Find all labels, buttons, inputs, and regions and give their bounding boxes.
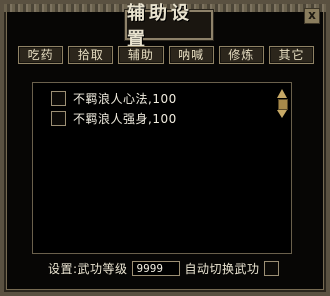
tab-other[interactable]: 其它 xyxy=(268,46,315,64)
tab-assist[interactable]: 辅助 xyxy=(118,46,164,64)
tab-cultivate[interactable]: 修炼 xyxy=(218,46,264,64)
tab-eat-medicine[interactable]: 吃药 xyxy=(18,46,64,64)
scroll-up-arrow-icon[interactable] xyxy=(277,89,287,98)
list-item[interactable]: 不羁浪人心法,100 xyxy=(51,89,275,107)
scroll-down-arrow-icon[interactable] xyxy=(277,110,287,118)
auto-switch-label: 自动切换武功 xyxy=(184,261,260,276)
skill-checkbox[interactable] xyxy=(51,110,66,126)
tab-pickup[interactable]: 拾取 xyxy=(68,46,114,64)
window-title: 辅助设置 xyxy=(127,3,193,50)
close-button[interactable]: x xyxy=(304,8,320,24)
scroll-thumb[interactable] xyxy=(278,99,288,110)
tab-bar: 吃药 拾取 辅助 呐喊 修炼 其它 xyxy=(18,46,315,64)
list-scrollbar[interactable] xyxy=(277,89,289,249)
auto-switch-checkbox[interactable] xyxy=(263,260,279,276)
list-item[interactable]: 不羁浪人强身,100 xyxy=(51,109,275,127)
title-plate: 辅助设置 xyxy=(125,3,213,50)
skill-label: 不羁浪人心法,100 xyxy=(73,91,177,106)
assist-settings-window: 辅助设置 x 吃药 拾取 辅助 呐喊 修炼 其它 不羁浪人心法,100 不羁浪人… xyxy=(0,0,330,296)
close-icon: x xyxy=(308,8,316,22)
skill-list-panel: 不羁浪人心法,100 不羁浪人强身,100 xyxy=(32,82,292,254)
skill-level-input[interactable]: 9999 xyxy=(131,260,180,276)
skill-label: 不羁浪人强身,100 xyxy=(73,111,177,126)
skill-checkbox[interactable] xyxy=(51,90,66,106)
tab-shout[interactable]: 呐喊 xyxy=(168,46,214,64)
skill-level-label: 设置:武功等级 xyxy=(48,261,128,276)
settings-row: 设置:武功等级 9999 自动切换武功 xyxy=(48,260,279,276)
